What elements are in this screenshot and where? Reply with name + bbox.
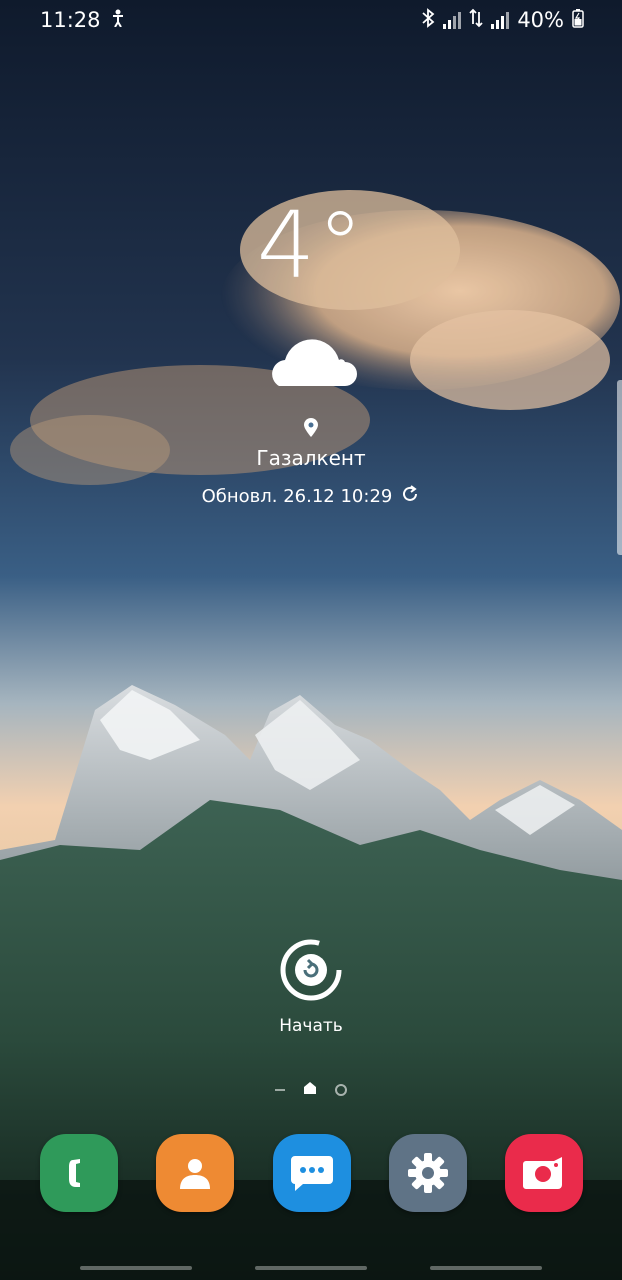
signal-icon-sim2 <box>491 11 510 29</box>
camera-icon <box>523 1157 562 1189</box>
bixby-start-label[interactable]: Начать <box>0 1016 622 1036</box>
home-page-icon[interactable] <box>303 1080 317 1099</box>
status-bar: 11:28 40% <box>0 0 622 40</box>
weather-updated[interactable]: Обновл. 26.12 10:29 <box>0 484 622 509</box>
page-indicator-dash <box>275 1088 285 1091</box>
battery-percent: 40% <box>517 8 564 32</box>
gear-icon <box>407 1153 448 1193</box>
settings-app[interactable] <box>388 1134 467 1212</box>
weather-updated-text: Обновл. 26.12 10:29 <box>201 486 393 507</box>
phone-icon <box>67 1156 91 1190</box>
messages-app[interactable] <box>272 1134 351 1212</box>
page-indicator <box>0 1080 622 1099</box>
nav-home[interactable] <box>255 1266 367 1270</box>
signal-icon-sim1 <box>443 11 462 29</box>
contacts-app[interactable] <box>156 1134 235 1212</box>
weather-location[interactable]: Газалкент <box>0 446 622 470</box>
bluetooth-icon <box>421 7 435 33</box>
page-indicator-dot[interactable] <box>335 1083 347 1096</box>
location-pin-icon <box>0 418 622 442</box>
messages-icon <box>290 1156 333 1191</box>
nav-recents[interactable] <box>80 1266 192 1270</box>
refresh-icon[interactable] <box>400 484 420 509</box>
camera-app[interactable] <box>505 1134 583 1212</box>
phone-app[interactable] <box>40 1134 118 1212</box>
nav-back[interactable] <box>430 1266 542 1270</box>
weather-temperature[interactable]: 4° <box>0 200 622 292</box>
battery-charging-icon <box>572 8 584 33</box>
clock: 11:28 <box>40 8 101 32</box>
cloud-icon[interactable] <box>0 330 622 394</box>
data-transfer-icon <box>469 8 483 33</box>
accessibility-icon <box>111 8 125 32</box>
contacts-icon <box>180 1159 211 1189</box>
dock <box>0 1134 622 1212</box>
navigation-bar <box>0 1266 622 1270</box>
bixby-start-button[interactable] <box>279 938 343 1002</box>
